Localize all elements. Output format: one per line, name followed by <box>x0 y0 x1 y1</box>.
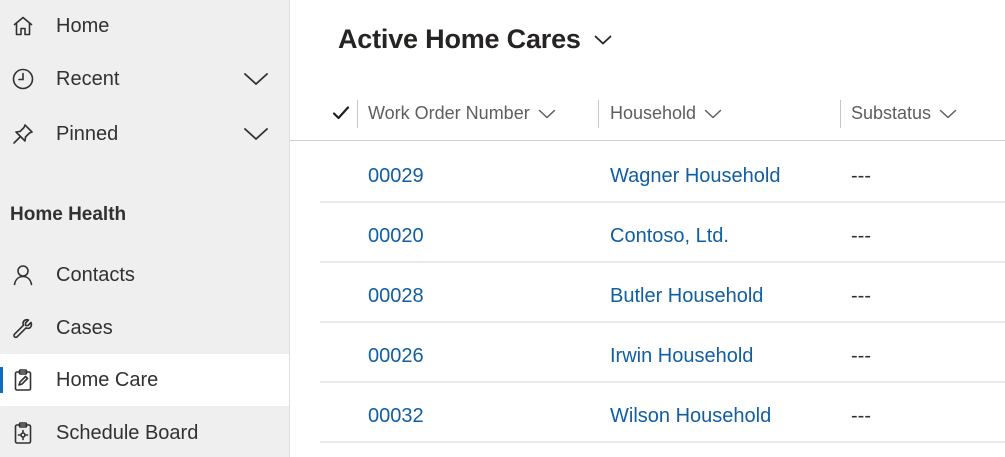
household-link[interactable]: Irwin Household <box>610 345 753 368</box>
table-row[interactable]: 00029 Wagner Household --- <box>320 143 1005 203</box>
substatus-value: --- <box>851 345 871 367</box>
chevron-down-icon[interactable] <box>242 124 270 144</box>
household-link[interactable]: Wilson Household <box>610 405 771 428</box>
column-separator[interactable] <box>840 100 841 128</box>
substatus-value: --- <box>851 285 871 307</box>
sidebar: Home Recent Pinned Home Health Contacts … <box>0 0 290 457</box>
active-indicator <box>0 367 3 393</box>
table-row[interactable]: 00028 Butler Household --- <box>320 263 1005 323</box>
clipboard-gear-icon <box>10 420 36 446</box>
sidebar-item-label: Pinned <box>56 122 119 145</box>
sidebar-item-cases[interactable]: Cases <box>0 302 289 354</box>
sidebar-item-home-care[interactable]: Home Care <box>0 354 289 406</box>
clipboard-icon <box>10 367 36 393</box>
column-separator[interactable] <box>357 100 358 128</box>
column-header-label: Work Order Number <box>368 103 530 123</box>
column-header-household[interactable]: Household <box>610 103 722 124</box>
chevron-down-icon <box>538 107 556 121</box>
table-row[interactable]: 00032 Wilson Household --- <box>320 383 1005 443</box>
chevron-down-icon <box>939 107 957 121</box>
sidebar-item-label: Contacts <box>56 263 135 286</box>
work-order-link[interactable]: 00032 <box>368 405 424 428</box>
work-order-link[interactable]: 00029 <box>368 165 424 188</box>
sidebar-item-home[interactable]: Home <box>0 0 289 52</box>
substatus-value: --- <box>851 405 871 427</box>
sidebar-item-pinned[interactable]: Pinned <box>0 108 289 160</box>
main-content: Active Home Cares Work Order Number Hous… <box>290 0 1005 457</box>
page-title: Active Home Cares <box>338 24 581 54</box>
column-header-work-order-number[interactable]: Work Order Number <box>368 103 556 124</box>
sidebar-group-title: Home Health <box>10 204 127 225</box>
sidebar-item-label: Home <box>56 14 110 37</box>
sidebar-item-contacts[interactable]: Contacts <box>0 249 289 301</box>
home-icon <box>10 13 36 39</box>
person-icon <box>10 262 36 288</box>
sidebar-item-recent[interactable]: Recent <box>0 53 289 105</box>
chevron-down-icon <box>704 107 722 121</box>
sidebar-item-label: Recent <box>56 67 120 90</box>
sidebar-item-schedule-board[interactable]: Schedule Board <box>0 407 289 457</box>
sidebar-item-label: Schedule Board <box>56 421 199 444</box>
pin-icon <box>10 121 36 147</box>
household-link[interactable]: Butler Household <box>610 285 763 308</box>
household-link[interactable]: Wagner Household <box>610 165 780 188</box>
header-divider <box>290 140 1005 141</box>
column-separator[interactable] <box>598 100 599 128</box>
substatus-value: --- <box>851 165 871 187</box>
sidebar-item-label: Cases <box>56 316 113 339</box>
grid-header: Work Order Number Household Substatus <box>290 90 1005 141</box>
column-header-label: Household <box>610 103 697 123</box>
column-header-substatus[interactable]: Substatus <box>851 103 957 124</box>
view-selector[interactable]: Active Home Cares <box>338 24 613 55</box>
chevron-down-icon[interactable] <box>593 30 613 50</box>
app-window: Home Recent Pinned Home Health Contacts … <box>0 0 1005 457</box>
column-header-label: Substatus <box>851 103 932 123</box>
household-link[interactable]: Contoso, Ltd. <box>610 225 729 248</box>
sidebar-item-label: Home Care <box>56 368 159 391</box>
table-row[interactable]: 00026 Irwin Household --- <box>320 323 1005 383</box>
select-all-checkbox[interactable] <box>330 102 352 124</box>
wrench-icon <box>10 315 36 341</box>
table-row[interactable]: 00020 Contoso, Ltd. --- <box>320 203 1005 263</box>
chevron-down-icon[interactable] <box>242 69 270 89</box>
work-order-link[interactable]: 00028 <box>368 285 424 308</box>
work-order-link[interactable]: 00020 <box>368 225 424 248</box>
substatus-value: --- <box>851 225 871 247</box>
clock-icon <box>10 66 36 92</box>
work-order-link[interactable]: 00026 <box>368 345 424 368</box>
